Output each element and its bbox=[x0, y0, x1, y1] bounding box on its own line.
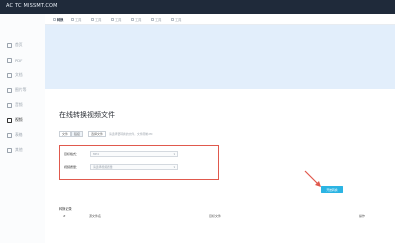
tab-label: 转换 bbox=[57, 17, 64, 22]
chevron-down-icon: ▾ bbox=[173, 165, 175, 169]
tab-tool-1[interactable]: 工具 bbox=[71, 16, 81, 22]
tab-tool-5[interactable]: 工具 bbox=[151, 16, 161, 22]
choose-file-button[interactable]: 选择文件 bbox=[88, 131, 107, 137]
format-row: 目标格式： MP4 ▾ bbox=[64, 151, 178, 157]
chevron-down-icon: ▾ bbox=[173, 152, 175, 156]
sidebar-item-label: 其他 bbox=[15, 147, 23, 152]
upload-hint: 请选择要转换的文件，文件限制2M bbox=[109, 132, 153, 136]
sidebar-item-label: 首页 bbox=[15, 42, 23, 47]
sidebar-item-label: PDF bbox=[15, 57, 23, 63]
link-mode-button[interactable]: 链接 bbox=[71, 131, 84, 137]
quality-row: 视频质量： 请选择视频质量 ▾ bbox=[64, 164, 178, 170]
sidebar-item-image[interactable]: 图片等 bbox=[7, 85, 26, 95]
sidebar-item-label: 视频 bbox=[15, 117, 23, 122]
sidebar-item-home[interactable]: 首页 bbox=[7, 40, 23, 50]
col-source: 源文件名 bbox=[89, 214, 102, 218]
format-label: 目标格式： bbox=[64, 152, 80, 156]
tab-label: 工具 bbox=[175, 17, 182, 22]
file-icon bbox=[7, 132, 12, 138]
sidebar-item-other[interactable]: 其他 bbox=[7, 145, 23, 155]
history-title: 转换记录 bbox=[59, 207, 72, 211]
tab-icon bbox=[71, 17, 74, 21]
home-icon bbox=[7, 42, 12, 48]
options-highlight-box: 目标格式： MP4 ▾ 视频质量： 请选择视频质量 ▾ bbox=[59, 145, 219, 180]
tab-icon bbox=[171, 17, 174, 21]
col-target: 目标文件 bbox=[209, 214, 222, 218]
tab-icon bbox=[151, 17, 154, 21]
tab-icon bbox=[131, 17, 134, 21]
main-panel: 在线转换视频文件 文件 链接 选择文件 请选择要转换的文件，文件限制2M 目标格… bbox=[45, 89, 395, 243]
pointer-arrow-icon bbox=[304, 170, 321, 187]
format-select[interactable]: MP4 ▾ bbox=[90, 151, 178, 157]
file-icon bbox=[7, 117, 12, 123]
sidebar-item-label: 图片等 bbox=[15, 87, 27, 92]
tab-tool-6[interactable]: 工具 bbox=[171, 16, 181, 22]
file-icon bbox=[7, 57, 12, 63]
file-icon bbox=[7, 102, 12, 108]
format-value: MP4 bbox=[93, 152, 99, 156]
sidebar-item-pdf[interactable]: PDF bbox=[7, 55, 22, 65]
col-index: # bbox=[63, 214, 66, 218]
convert-button[interactable]: 开始转换 bbox=[321, 186, 343, 193]
tab-bar: 转换 工具 工具 工具 工具 工具 工具 bbox=[45, 14, 395, 25]
tab-label: 工具 bbox=[155, 17, 162, 22]
sidebar-item-label: 文档 bbox=[15, 72, 23, 77]
quality-label: 视频质量： bbox=[64, 165, 80, 169]
tab-tool-2[interactable]: 工具 bbox=[91, 16, 101, 22]
tab-tool-4[interactable]: 工具 bbox=[131, 16, 141, 22]
file-mode-button[interactable]: 文件 bbox=[59, 131, 72, 137]
file-icon bbox=[7, 147, 12, 153]
file-icon bbox=[7, 72, 12, 78]
sidebar-item-label: 音频 bbox=[15, 102, 23, 107]
tab-tool-3[interactable]: 工具 bbox=[111, 16, 121, 22]
upload-row: 文件 链接 选择文件 请选择要转换的文件，文件限制2M bbox=[59, 131, 152, 137]
sidebar: 首页 PDF 文档 图片等 音频 视频 表格 其他 bbox=[0, 14, 46, 243]
tab-convert[interactable]: 转换 bbox=[53, 16, 63, 22]
quality-select[interactable]: 请选择视频质量 ▾ bbox=[90, 164, 178, 170]
banner bbox=[45, 25, 395, 89]
sidebar-item-sheet[interactable]: 表格 bbox=[7, 130, 23, 140]
col-action: 操作 bbox=[359, 214, 366, 218]
tab-icon bbox=[91, 17, 94, 21]
tab-label: 工具 bbox=[75, 17, 82, 22]
quality-value: 请选择视频质量 bbox=[93, 165, 113, 169]
tab-label: 工具 bbox=[95, 17, 102, 22]
tab-icon bbox=[111, 17, 114, 21]
history-table-header: # 源文件名 目标文件 操作 bbox=[59, 214, 385, 219]
brand-logo[interactable]: AC TC MISSMT.COM bbox=[6, 3, 58, 9]
top-bar: AC TC MISSMT.COM bbox=[0, 0, 395, 14]
file-icon bbox=[7, 87, 12, 93]
sidebar-item-video[interactable]: 视频 bbox=[7, 115, 23, 125]
sidebar-item-audio[interactable]: 音频 bbox=[7, 100, 23, 110]
sidebar-item-label: 表格 bbox=[15, 132, 23, 137]
page-title: 在线转换视频文件 bbox=[59, 111, 115, 119]
tab-icon bbox=[53, 17, 56, 21]
sidebar-item-doc[interactable]: 文档 bbox=[7, 70, 23, 80]
tab-label: 工具 bbox=[115, 17, 122, 22]
tab-label: 工具 bbox=[135, 17, 142, 22]
